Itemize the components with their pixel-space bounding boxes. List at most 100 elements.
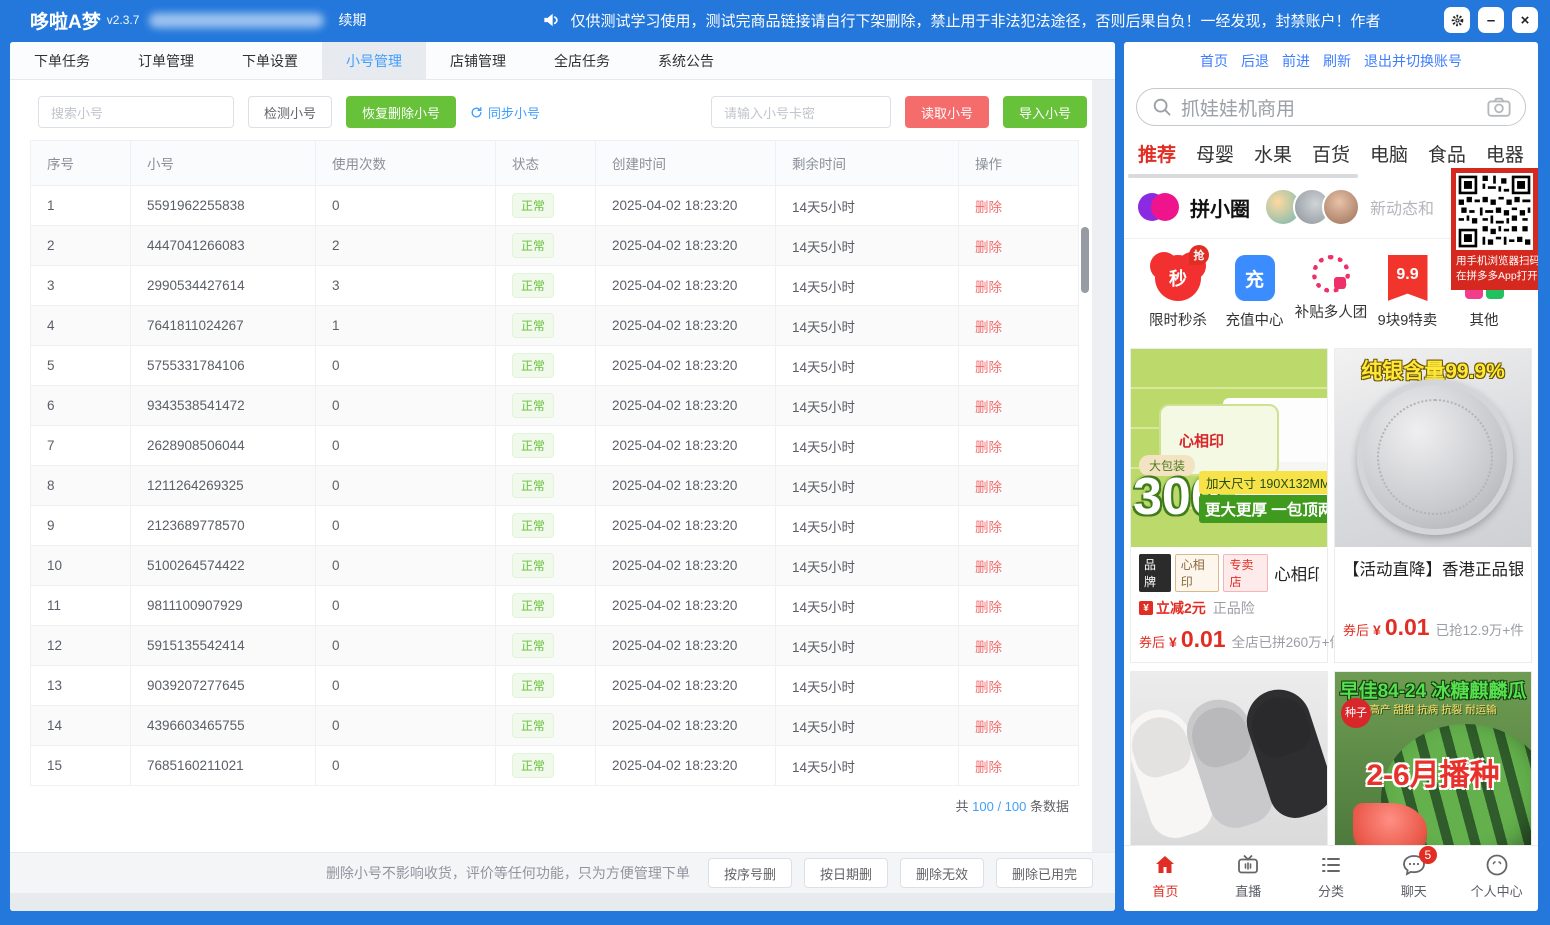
search-account-input[interactable]: 搜索小号 bbox=[38, 96, 234, 128]
delete-link[interactable]: 删除 bbox=[975, 600, 1002, 615]
settings-button[interactable] bbox=[1444, 7, 1470, 33]
delete-link[interactable]: 删除 bbox=[975, 280, 1002, 295]
tab-1[interactable]: 订单管理 bbox=[114, 42, 218, 79]
status-cell: 正常 bbox=[496, 746, 596, 786]
created-time: 2025-04-02 18:23:20 bbox=[596, 546, 776, 586]
quick-entry-seckill[interactable]: 秒抢限时秒杀 bbox=[1142, 255, 1214, 330]
nav-back-link[interactable]: 后退 bbox=[1241, 51, 1269, 71]
quick-entry-team[interactable]: 补贴多人团 bbox=[1295, 255, 1367, 330]
tab-2[interactable]: 下单设置 bbox=[218, 42, 322, 79]
category-2[interactable]: 水果 bbox=[1254, 140, 1292, 167]
action-cell: 删除 bbox=[959, 506, 1079, 546]
delete-by-index-button[interactable]: 按序号删 bbox=[708, 858, 792, 888]
column-header-4: 创建时间 bbox=[596, 141, 776, 186]
overlay-size: 加大尺寸 190X132MM bbox=[1199, 471, 1327, 494]
restore-deleted-button[interactable]: 恢复删除小号 bbox=[346, 96, 456, 128]
quick-entry-nine[interactable]: 9.99块9特卖 bbox=[1372, 255, 1444, 330]
action-cell: 删除 bbox=[959, 186, 1079, 226]
delete-link[interactable]: 删除 bbox=[975, 640, 1002, 655]
delete-link[interactable]: 删除 bbox=[975, 560, 1002, 575]
status-badge: 正常 bbox=[512, 753, 554, 778]
delete-link[interactable]: 删除 bbox=[975, 320, 1002, 335]
account-number: 5100264574422 bbox=[131, 546, 316, 586]
bottom-action-bar: 删除小号不影响收货，评价等任何功能，只为方便管理下单 按序号删 按日期删 删除无… bbox=[10, 852, 1115, 893]
table-row: 921236897785700正常2025-04-02 18:23:2014天5… bbox=[31, 506, 1079, 546]
import-accounts-button[interactable]: 导入小号 bbox=[1003, 96, 1087, 128]
tab-0[interactable]: 下单任务 bbox=[10, 42, 114, 79]
category-0[interactable]: 推荐 bbox=[1138, 140, 1176, 167]
delete-link[interactable]: 删除 bbox=[975, 360, 1002, 375]
gear-icon bbox=[1450, 13, 1465, 28]
minimize-button[interactable]: – bbox=[1478, 7, 1504, 33]
table-scrollbar[interactable] bbox=[1080, 187, 1090, 815]
scrollbar-thumb[interactable] bbox=[1081, 227, 1089, 293]
nav-logout-switch-link[interactable]: 退出并切换账号 bbox=[1364, 51, 1462, 71]
shop-search-bar[interactable]: 抓娃娃机商用 bbox=[1136, 88, 1526, 126]
tab-6[interactable]: 系统公告 bbox=[634, 42, 738, 79]
nav-refresh-link[interactable]: 刷新 bbox=[1323, 51, 1351, 71]
product-card-watermelon[interactable]: 早佳84-24 冰糖麒麟瓜 高产 甜甜 抗病 抗裂 耐运输 种子 2-6月播种 bbox=[1334, 671, 1532, 870]
delete-used-up-button[interactable]: 删除已用完 bbox=[996, 858, 1093, 888]
tab-3[interactable]: 小号管理 bbox=[322, 42, 426, 79]
category-3[interactable]: 百货 bbox=[1312, 140, 1350, 167]
tabbar-chat[interactable]: 5 聊天 bbox=[1372, 846, 1455, 905]
app-version: v2.3.7 bbox=[107, 13, 140, 27]
hot-badge: 抢 bbox=[1189, 245, 1209, 265]
tabbar-categories[interactable]: 分类 bbox=[1290, 846, 1373, 905]
remaining-time: 14天5小时 bbox=[776, 426, 959, 466]
status-cell: 正常 bbox=[496, 626, 596, 666]
shop-browser-panel: 首页 后退 前进 刷新 退出并切换账号 抓娃娃机商用 推荐母婴水果百货电脑食品电… bbox=[1124, 42, 1538, 911]
category-4[interactable]: 电脑 bbox=[1370, 140, 1408, 167]
delete-link[interactable]: 删除 bbox=[975, 480, 1002, 495]
delete-link[interactable]: 删除 bbox=[975, 240, 1002, 255]
tabbar-profile[interactable]: 个人中心 bbox=[1455, 846, 1538, 905]
delete-link[interactable]: 删除 bbox=[975, 200, 1002, 215]
titlebar: 哆啦A梦 v2.3.7 续期 仅供测试学习使用，测试完商品链接请自行下架删除，禁… bbox=[0, 0, 1550, 40]
status-badge: 正常 bbox=[512, 433, 554, 458]
tab-5[interactable]: 全店任务 bbox=[530, 42, 634, 79]
seckill-icon: 秒抢 bbox=[1155, 255, 1201, 301]
notice-text: 仅供测试学习使用，测试完商品链接请自行下架删除，禁止用于非法犯法途径，否则后果自… bbox=[570, 10, 1380, 31]
tabbar-home[interactable]: 首页 bbox=[1124, 846, 1207, 905]
category-6[interactable]: 电器 bbox=[1486, 140, 1524, 167]
quick-entry-charge[interactable]: 充充值中心 bbox=[1219, 255, 1291, 330]
insurance-label: 正品险 bbox=[1213, 598, 1255, 618]
account-number: 1211264269325 bbox=[131, 466, 316, 506]
nav-forward-link[interactable]: 前进 bbox=[1282, 51, 1310, 71]
category-1[interactable]: 母婴 bbox=[1196, 140, 1234, 167]
delete-invalid-button[interactable]: 删除无效 bbox=[900, 858, 984, 888]
tab-4[interactable]: 店铺管理 bbox=[426, 42, 530, 79]
status-cell: 正常 bbox=[496, 306, 596, 346]
read-accounts-button[interactable]: 读取小号 bbox=[905, 96, 989, 128]
status-cell: 正常 bbox=[496, 466, 596, 506]
check-accounts-button[interactable]: 检测小号 bbox=[248, 96, 332, 128]
remaining-time: 14天5小时 bbox=[776, 586, 959, 626]
tabbar-live[interactable]: 直播 bbox=[1207, 846, 1290, 905]
renew-link[interactable]: 续期 bbox=[338, 10, 366, 30]
product-card-tissue[interactable]: 心相印 大包装 300张 加大尺寸 190X132MM 更大更厚 一包顶两包 品… bbox=[1130, 348, 1328, 663]
account-number: 5755331784106 bbox=[131, 346, 316, 386]
use-count: 0 bbox=[316, 546, 496, 586]
action-cell: 删除 bbox=[959, 706, 1079, 746]
delete-link[interactable]: 删除 bbox=[975, 680, 1002, 695]
delete-link[interactable]: 删除 bbox=[975, 760, 1002, 775]
sync-accounts-link[interactable]: 同步小号 bbox=[470, 103, 540, 122]
delete-link[interactable]: 删除 bbox=[975, 720, 1002, 735]
nav-home-link[interactable]: 首页 bbox=[1200, 51, 1228, 71]
table-row: 1259151355424140正常2025-04-02 18:23:2014天… bbox=[31, 626, 1079, 666]
category-5[interactable]: 食品 bbox=[1428, 140, 1466, 167]
action-cell: 删除 bbox=[959, 666, 1079, 706]
product-card-slippers[interactable] bbox=[1130, 671, 1328, 870]
delete-link[interactable]: 删除 bbox=[975, 440, 1002, 455]
product-image-slippers bbox=[1131, 672, 1327, 869]
card-key-input[interactable]: 请输入小号卡密 bbox=[711, 96, 891, 128]
row-index: 12 bbox=[31, 626, 131, 666]
product-card-coin[interactable]: 纯银含量99.9% 【活动直降】香港正品银 券后¥0.01 已抢12.9万+件 bbox=[1334, 348, 1532, 663]
delete-by-date-button[interactable]: 按日期删 bbox=[804, 858, 888, 888]
delete-link[interactable]: 删除 bbox=[975, 520, 1002, 535]
account-number: 2990534427614 bbox=[131, 266, 316, 306]
quick-entry-label: 9块9特卖 bbox=[1378, 309, 1438, 330]
category-list-icon bbox=[1318, 852, 1344, 878]
close-button[interactable]: × bbox=[1512, 7, 1538, 33]
delete-link[interactable]: 删除 bbox=[975, 400, 1002, 415]
